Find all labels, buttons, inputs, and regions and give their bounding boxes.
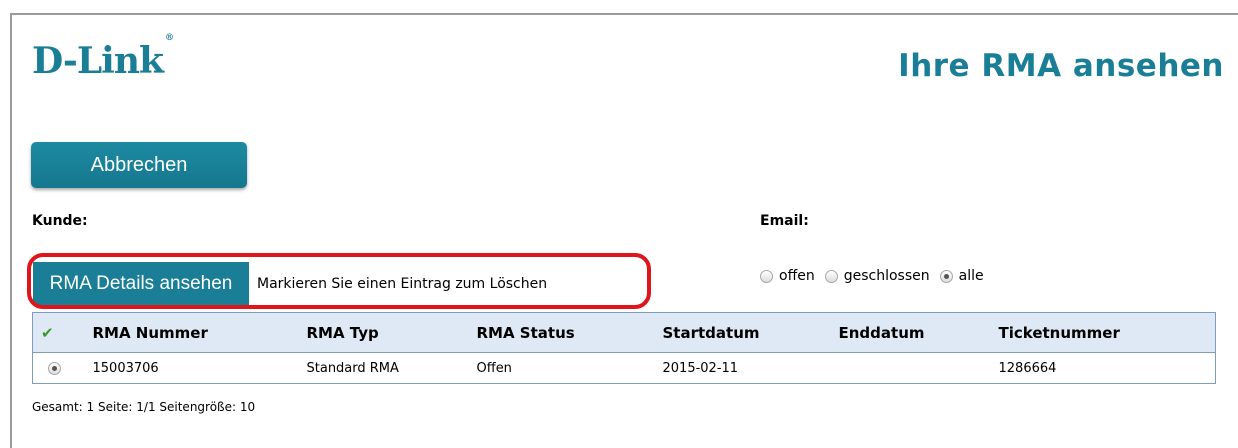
filter-closed-label[interactable]: geschlossen — [844, 268, 930, 284]
cell-rma-nummer: 15003706 — [92, 360, 159, 376]
col-rma-status[interactable]: RMA Status — [476, 312, 663, 353]
email-label: Email: — [760, 213, 809, 229]
col-enddatum[interactable]: Enddatum — [838, 312, 999, 353]
pagination-summary: Gesamt: 1 Seite: 1/1 Seitengröße: 10 — [32, 400, 256, 414]
filter-all-radio[interactable] — [939, 269, 953, 283]
filter-open-radio[interactable] — [760, 269, 773, 283]
col-rma-nummer[interactable]: RMA Nummer — [92, 312, 307, 353]
dlink-logo: D-Link® — [32, 33, 174, 82]
cell-rma-status: Offen — [476, 360, 512, 376]
filter-open-label[interactable]: offen — [779, 268, 815, 284]
cell-ticketnummer: 1286664 — [998, 360, 1057, 376]
col-ticketnummer[interactable]: Ticketnummer — [998, 312, 1216, 353]
rma-details-button[interactable]: RMA Details ansehen — [33, 262, 249, 305]
cancel-button[interactable]: Abbrechen — [31, 142, 247, 188]
cell-enddatum — [839, 353, 999, 384]
page-title: Ihre RMA ansehen — [898, 48, 1224, 84]
select-all-check-icon[interactable]: ✔ — [32, 312, 93, 353]
logo-text: D-Link — [32, 40, 164, 82]
cell-startdatum: 2015-02-11 — [662, 360, 739, 376]
table-row[interactable]: 15003706 Standard RMA Offen 2015-02-11 1… — [33, 353, 1216, 384]
col-startdatum[interactable]: Startdatum — [662, 312, 839, 353]
table-header-row: ✔ RMA Nummer RMA Typ RMA Status Startdat… — [32, 312, 1216, 353]
status-filter: offen geschlossen alle — [760, 268, 988, 284]
cell-rma-typ: Standard RMA — [306, 360, 399, 376]
row-select-radio[interactable] — [48, 361, 61, 375]
filter-closed-radio[interactable] — [824, 269, 838, 283]
delete-hint-text: Markieren Sie einen Eintrag zum Löschen — [257, 276, 548, 292]
registered-mark: ® — [164, 33, 174, 43]
customer-label: Kunde: — [32, 213, 88, 229]
filter-all-label[interactable]: alle — [959, 268, 984, 284]
col-rma-typ[interactable]: RMA Typ — [306, 312, 477, 353]
rma-table: ✔ RMA Nummer RMA Typ RMA Status Startdat… — [32, 312, 1216, 384]
